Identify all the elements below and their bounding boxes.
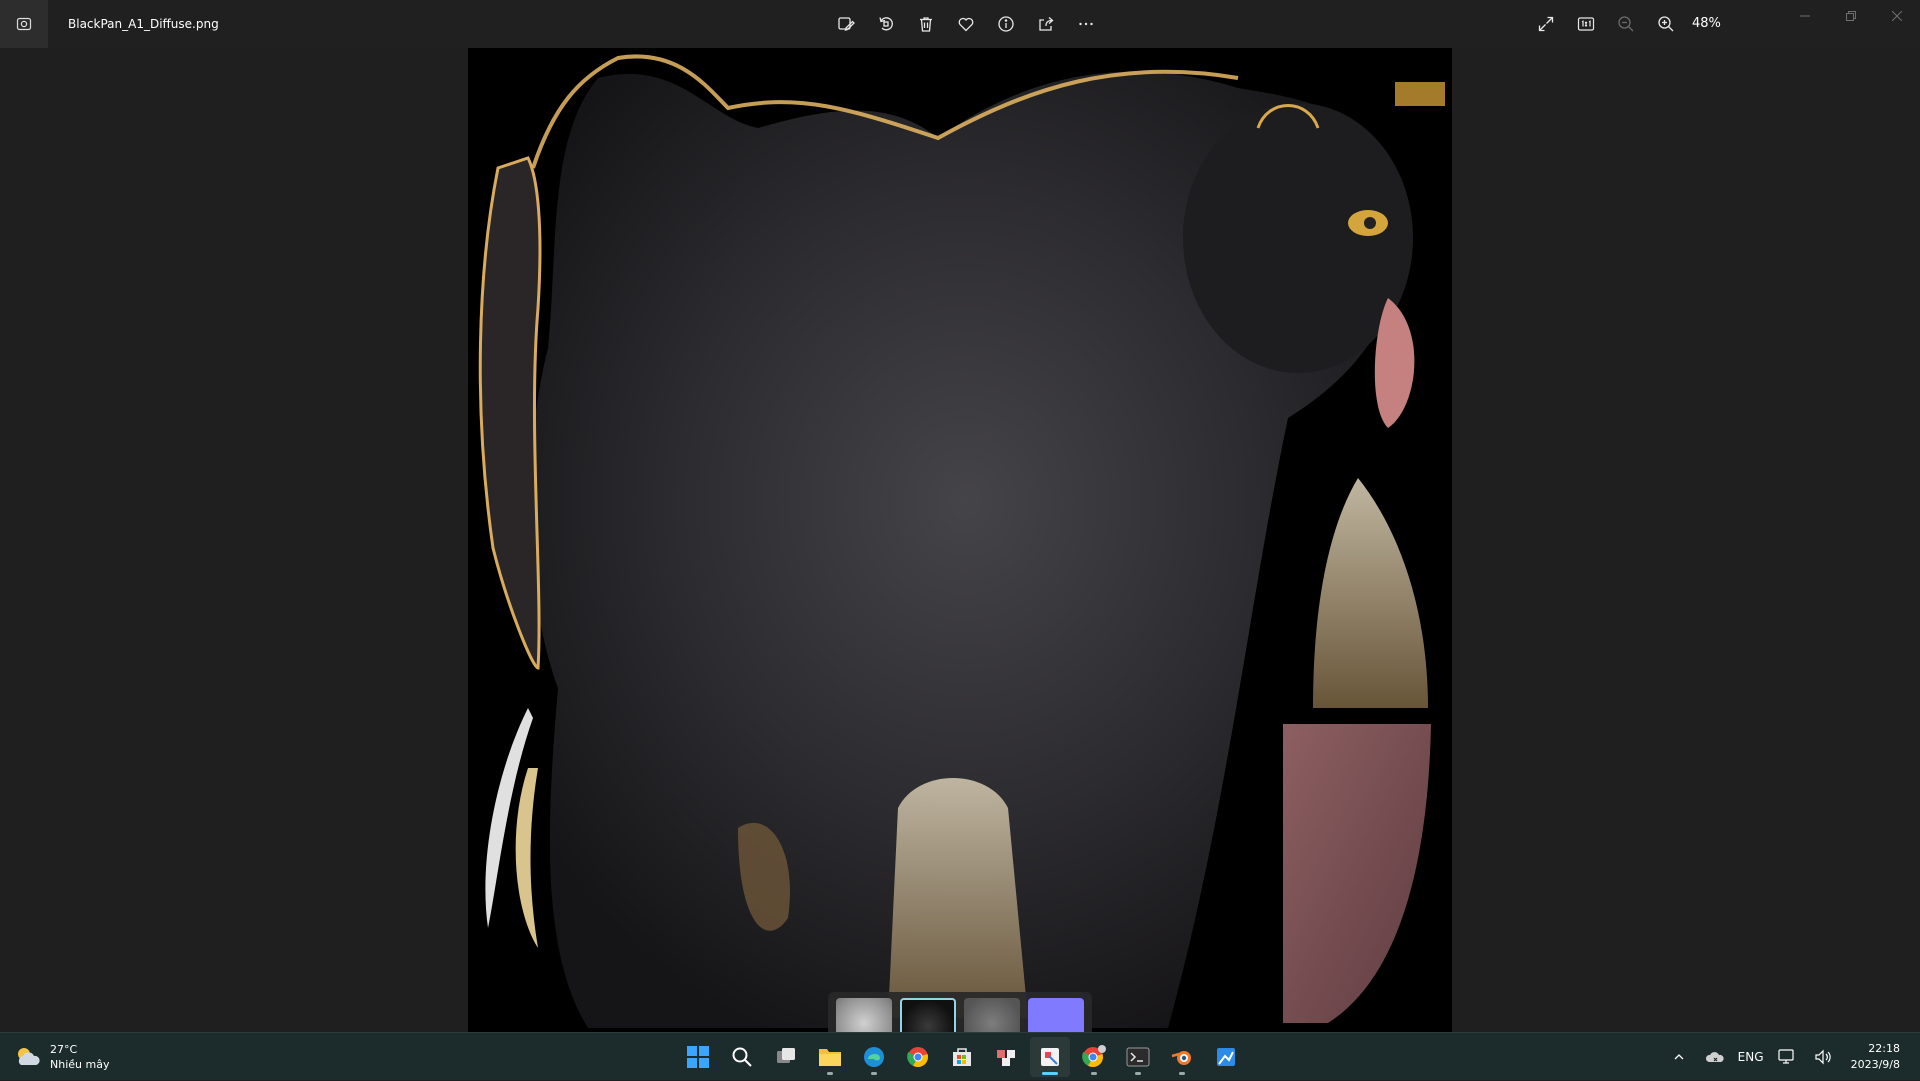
language-indicator[interactable]: ENG bbox=[1733, 1037, 1769, 1077]
windows-start-icon bbox=[687, 1046, 709, 1068]
clock-date: 2023/9/8 bbox=[1850, 1058, 1900, 1071]
terminal-icon bbox=[1126, 1047, 1150, 1067]
window-controls bbox=[1782, 0, 1920, 32]
favorite-icon bbox=[958, 17, 974, 32]
more-icon bbox=[1079, 22, 1093, 26]
weather-widget[interactable]: 27°C Nhiều mây bbox=[14, 1033, 109, 1081]
onedrive-tray-button[interactable] bbox=[1697, 1037, 1733, 1077]
delete-icon bbox=[920, 17, 932, 32]
search-button[interactable] bbox=[722, 1037, 762, 1077]
more-options-button[interactable] bbox=[1066, 4, 1106, 44]
fullscreen-icon bbox=[1538, 16, 1554, 32]
active-indicator bbox=[1042, 1072, 1058, 1075]
start-button[interactable] bbox=[678, 1037, 718, 1077]
restore-icon bbox=[1846, 11, 1856, 21]
texture-image[interactable] bbox=[468, 48, 1452, 1032]
close-button[interactable] bbox=[1874, 0, 1920, 32]
taskbar: 27°C Nhiều mây ENG 22:18 2023/9/8 bbox=[0, 1032, 1920, 1080]
zoom-level[interactable]: 48% bbox=[1686, 4, 1732, 44]
running-indicator bbox=[871, 1072, 877, 1075]
zoom-in-button[interactable] bbox=[1646, 4, 1686, 44]
task-view-button[interactable] bbox=[766, 1037, 806, 1077]
clock-time: 22:18 bbox=[1868, 1042, 1900, 1055]
search-icon bbox=[732, 1047, 752, 1067]
file-name: BlackPan_A1_Diffuse.png bbox=[68, 17, 219, 31]
chrome-app[interactable] bbox=[898, 1037, 938, 1077]
file-explorer-app[interactable] bbox=[810, 1037, 850, 1077]
running-indicator bbox=[827, 1072, 833, 1075]
rotate-button[interactable] bbox=[866, 4, 906, 44]
share-button[interactable] bbox=[1026, 4, 1066, 44]
photos-app-icon[interactable] bbox=[0, 0, 48, 48]
rotate-icon bbox=[879, 17, 893, 31]
close-icon bbox=[1892, 11, 1902, 21]
task-view-icon bbox=[777, 1048, 795, 1063]
store-bag-icon bbox=[953, 1048, 971, 1066]
microsoft-store-app[interactable] bbox=[942, 1037, 982, 1077]
show-hidden-icons-button[interactable] bbox=[1661, 1037, 1697, 1077]
clock[interactable]: 22:18 2023/9/8 bbox=[1841, 1041, 1920, 1073]
photos-app[interactable] bbox=[1030, 1037, 1070, 1077]
delete-button[interactable] bbox=[906, 4, 946, 44]
chrome-profile-icon bbox=[1082, 1045, 1106, 1068]
view-controls: 48% bbox=[1526, 0, 1732, 48]
taskbar-apps bbox=[678, 1033, 1246, 1081]
minimize-icon bbox=[1800, 15, 1810, 17]
zoom-out-button[interactable] bbox=[1606, 4, 1646, 44]
photos-icon bbox=[16, 17, 32, 31]
title-bar: BlackPan_A1_Diffuse.png 48% bbox=[0, 0, 1920, 48]
weather-temperature: 27°C bbox=[50, 1043, 78, 1056]
image-app-icon bbox=[1217, 1048, 1235, 1066]
actual-size-button[interactable] bbox=[1566, 4, 1606, 44]
favorite-button[interactable] bbox=[946, 4, 986, 44]
snipping-tool-app[interactable] bbox=[986, 1037, 1026, 1077]
share-icon bbox=[1039, 17, 1054, 31]
terminal-app[interactable] bbox=[1118, 1037, 1158, 1077]
snip-tool-icon bbox=[997, 1050, 1015, 1066]
photos-app-icon bbox=[1041, 1048, 1059, 1066]
panther-texture-artwork bbox=[468, 48, 1452, 1032]
blender-icon bbox=[1171, 1051, 1191, 1065]
chrome-profile-app[interactable] bbox=[1074, 1037, 1114, 1077]
speaker-icon bbox=[1814, 1049, 1831, 1065]
zoom-out-icon bbox=[1618, 16, 1634, 32]
running-indicator bbox=[1091, 1072, 1097, 1075]
weather-condition: Nhiều mây bbox=[50, 1058, 110, 1071]
network-button[interactable] bbox=[1769, 1037, 1805, 1077]
edge-app[interactable] bbox=[854, 1037, 894, 1077]
chevron-up-icon bbox=[1674, 1054, 1684, 1060]
volume-button[interactable] bbox=[1805, 1037, 1841, 1077]
running-indicator bbox=[1179, 1072, 1185, 1075]
edit-image-icon bbox=[838, 17, 855, 31]
system-tray: ENG 22:18 2023/9/8 bbox=[1661, 1033, 1920, 1081]
edit-image-button[interactable] bbox=[826, 4, 866, 44]
edge-browser-icon bbox=[864, 1047, 884, 1067]
cloud-sync-icon bbox=[1705, 1052, 1724, 1062]
command-bar bbox=[826, 0, 1106, 48]
network-icon bbox=[1777, 1049, 1794, 1064]
info-icon bbox=[998, 16, 1014, 32]
blender-app[interactable] bbox=[1162, 1037, 1202, 1077]
zoom-in-icon bbox=[1658, 16, 1674, 32]
folder-icon bbox=[819, 1049, 841, 1066]
partly-cloudy-icon bbox=[18, 1048, 40, 1065]
info-button[interactable] bbox=[986, 4, 1026, 44]
fullscreen-button[interactable] bbox=[1526, 4, 1566, 44]
image-viewer-app[interactable] bbox=[1206, 1037, 1246, 1077]
actual-size-icon bbox=[1577, 17, 1595, 31]
chrome-browser-icon bbox=[907, 1047, 928, 1068]
running-indicator bbox=[1135, 1072, 1141, 1075]
image-canvas[interactable] bbox=[0, 48, 1920, 1060]
maximize-button[interactable] bbox=[1828, 0, 1874, 32]
minimize-button[interactable] bbox=[1782, 0, 1828, 32]
